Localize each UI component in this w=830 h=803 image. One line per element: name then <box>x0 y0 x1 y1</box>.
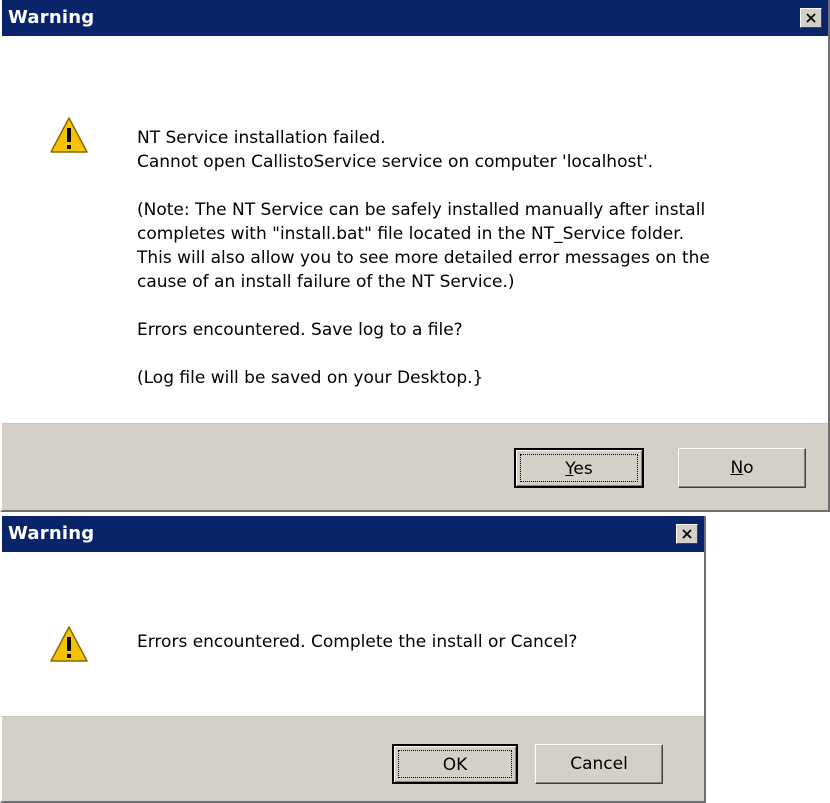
dialog-title: Warning <box>8 7 95 28</box>
dialog-body: Errors encountered. Complete the install… <box>2 552 704 716</box>
no-button-label: No <box>730 458 754 478</box>
warning-triangle-icon <box>50 626 88 662</box>
message-line: Cannot open CallistoService service on c… <box>137 152 654 172</box>
message-line: Errors encountered. Complete the install… <box>137 632 578 652</box>
message-line: (Note: The NT Service can be safely inst… <box>137 200 706 220</box>
close-icon <box>682 529 692 539</box>
message-line: cause of an install failure of the NT Se… <box>137 272 515 292</box>
yes-button[interactable]: Yes <box>514 448 644 488</box>
dialog-body: NT Service installation failed. Cannot o… <box>2 36 828 423</box>
message-line: NT Service installation failed. <box>137 128 386 148</box>
button-bar: Yes No <box>2 423 828 510</box>
message-paragraph: (Log file will be saved on your Desktop.… <box>137 366 710 390</box>
no-button[interactable]: No <box>678 448 806 488</box>
cancel-button[interactable]: Cancel <box>535 744 663 784</box>
warning-dialog-complete-install: Warning Errors encountered. Complete the… <box>0 516 706 803</box>
message-text: NT Service installation failed. Cannot o… <box>137 126 710 390</box>
message-paragraph: NT Service installation failed. Cannot o… <box>137 126 710 174</box>
yes-button-label: Yes <box>565 459 593 479</box>
warning-triangle-icon <box>50 117 88 153</box>
close-button[interactable] <box>676 524 698 544</box>
close-button[interactable] <box>800 8 822 28</box>
message-paragraph: (Note: The NT Service can be safely inst… <box>137 198 710 294</box>
message-text: Errors encountered. Complete the install… <box>137 630 577 654</box>
message-line: Errors encountered. Save log to a file? <box>137 320 463 340</box>
close-icon <box>806 13 816 23</box>
message-paragraph: Errors encountered. Save log to a file? <box>137 318 710 342</box>
message-paragraph: Errors encountered. Complete the install… <box>137 630 577 654</box>
ok-button[interactable]: OK <box>392 744 518 784</box>
warning-dialog-save-log: Warning NT Service installation failed. … <box>0 0 830 512</box>
title-bar[interactable]: Warning <box>2 516 704 552</box>
message-line: (Log file will be saved on your Desktop.… <box>137 368 484 388</box>
cancel-button-label: Cancel <box>570 754 628 774</box>
ok-button-label: OK <box>442 755 468 775</box>
title-bar[interactable]: Warning <box>2 0 828 36</box>
message-line: This will also allow you to see more det… <box>137 248 710 268</box>
dialog-title: Warning <box>8 523 95 544</box>
button-bar: OK Cancel <box>2 716 704 801</box>
message-line: completes with "install.bat" file locate… <box>137 224 685 244</box>
